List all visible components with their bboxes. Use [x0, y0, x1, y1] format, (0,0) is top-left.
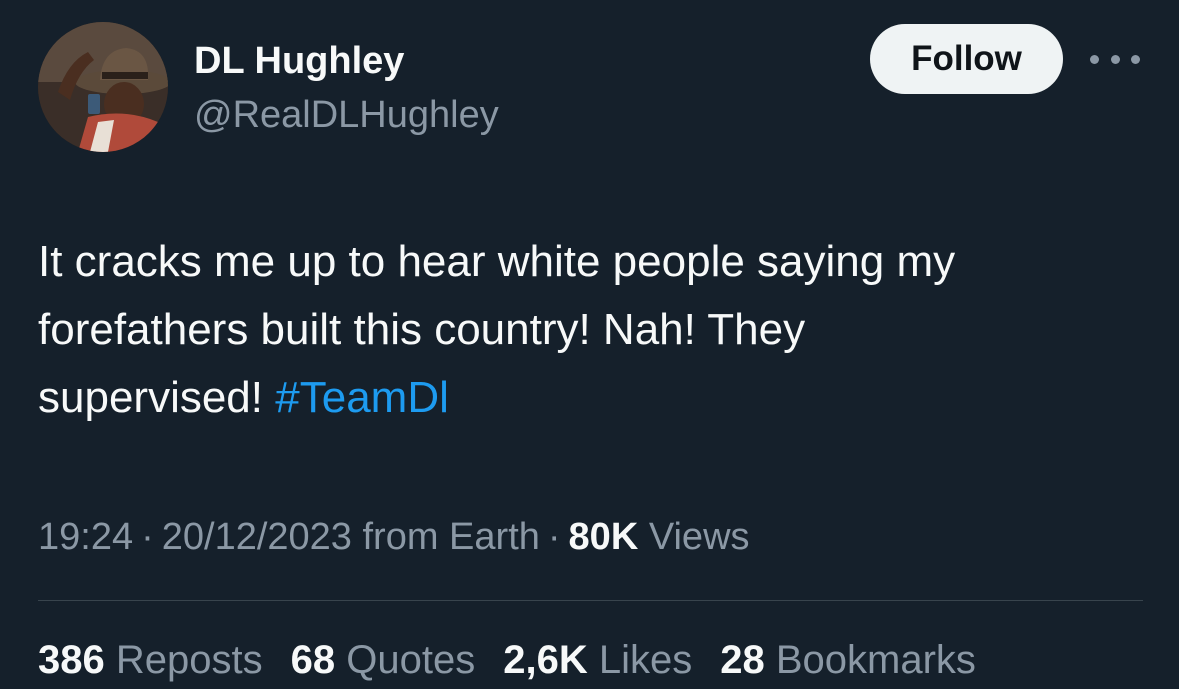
tweet-line-text: supervised! — [38, 373, 264, 422]
likes-stat[interactable]: 2,6K Likes — [503, 634, 692, 686]
quotes-label: Quotes — [346, 638, 476, 682]
tweet-meta: 19:24 · 20/12/2023 from Earth · 80K Views — [38, 512, 750, 562]
quotes-count: 68 — [290, 638, 336, 682]
tweet-line-last: supervised! #TeamDl — [38, 364, 1148, 432]
avatar[interactable] — [38, 22, 168, 152]
likes-count: 2,6K — [503, 638, 588, 682]
likes-label: Likes — [598, 638, 693, 682]
tweet-line: It cracks me up to hear white people say… — [38, 237, 956, 286]
reposts-stat[interactable]: 386 Reposts — [38, 634, 263, 686]
tweet-text: It cracks me up to hear white people say… — [38, 228, 1148, 432]
bookmarks-count: 28 — [720, 638, 765, 682]
bookmarks-stat[interactable]: 28 Bookmarks — [720, 634, 976, 686]
tweet-date[interactable]: 20/12/2023 — [162, 516, 352, 558]
author-handle[interactable]: @RealDLHughley — [194, 92, 499, 138]
bookmarks-label: Bookmarks — [775, 638, 976, 682]
author-display-name[interactable]: DL Hughley — [194, 38, 404, 84]
engagement-stats: 386 Reposts 68 Quotes 2,6K Likes 28 Book… — [38, 634, 1004, 686]
meta-separator: · — [547, 516, 561, 558]
tweet-time[interactable]: 19:24 — [38, 516, 133, 558]
more-dot — [1090, 54, 1099, 64]
avatar-image — [38, 22, 168, 152]
tweet-line: forefathers built this country! Nah! The… — [38, 305, 806, 354]
quotes-stat[interactable]: 68 Quotes — [291, 634, 476, 686]
divider — [38, 600, 1143, 601]
follow-button[interactable]: Follow — [870, 24, 1063, 94]
views-count: 80K — [568, 516, 639, 558]
views-label: Views — [648, 516, 750, 558]
hashtag-link[interactable]: #TeamDl — [275, 373, 449, 422]
more-dot — [1131, 54, 1140, 64]
more-horizontal-icon[interactable] — [1090, 46, 1140, 72]
reposts-label: Reposts — [115, 638, 263, 682]
tweet-source: from Earth — [362, 516, 540, 558]
reposts-count: 386 — [38, 638, 105, 682]
more-dot — [1110, 54, 1120, 64]
meta-separator: · — [141, 516, 154, 558]
